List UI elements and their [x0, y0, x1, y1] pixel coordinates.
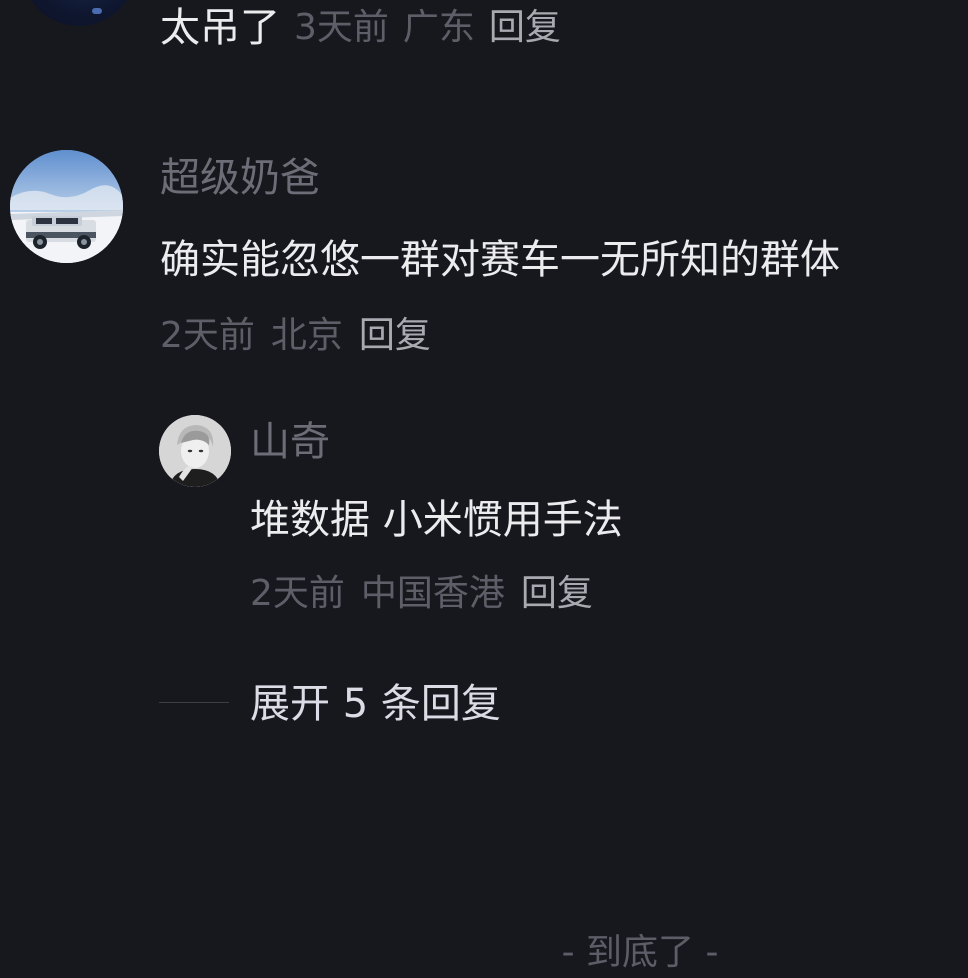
comment-text: 确实能忽悠一群对赛车一无所知的群体	[160, 237, 840, 283]
reply-meta: 2天前 中国香港 回复	[250, 568, 593, 620]
comment-location: 广东	[402, 7, 475, 48]
reply-text: 堆数据 小米惯用手法	[250, 497, 623, 543]
expand-replies-button[interactable]: 展开 5 条回复	[250, 676, 501, 732]
comment-meta: 2天前 北京 回复	[160, 310, 431, 362]
comment-username[interactable]: 超级奶爸	[160, 150, 320, 206]
reply-button[interactable]: 回复	[359, 310, 431, 362]
comment-text: 太吊了	[160, 5, 280, 51]
end-of-list-label: - 到底了 -	[561, 932, 719, 973]
reply-location: 中国香港	[360, 573, 505, 614]
avatar-person-portrait-icon[interactable]	[159, 415, 231, 487]
reply-username[interactable]: 山奇	[250, 414, 330, 470]
reply-button[interactable]: 回复	[489, 0, 561, 50]
reply-time: 2天前	[250, 573, 345, 614]
expand-divider	[159, 702, 229, 703]
avatar-suv-snow-icon[interactable]	[10, 150, 123, 263]
reply-button[interactable]: 回复	[521, 568, 593, 620]
avatar-dark-night-icon[interactable]	[22, 0, 136, 26]
comment-location: 北京	[270, 315, 343, 356]
comment-time: 2天前	[160, 315, 255, 356]
comment-time: 3天前	[294, 7, 389, 48]
comment-top: 太吊了 3天前 广东 回复	[160, 0, 561, 51]
